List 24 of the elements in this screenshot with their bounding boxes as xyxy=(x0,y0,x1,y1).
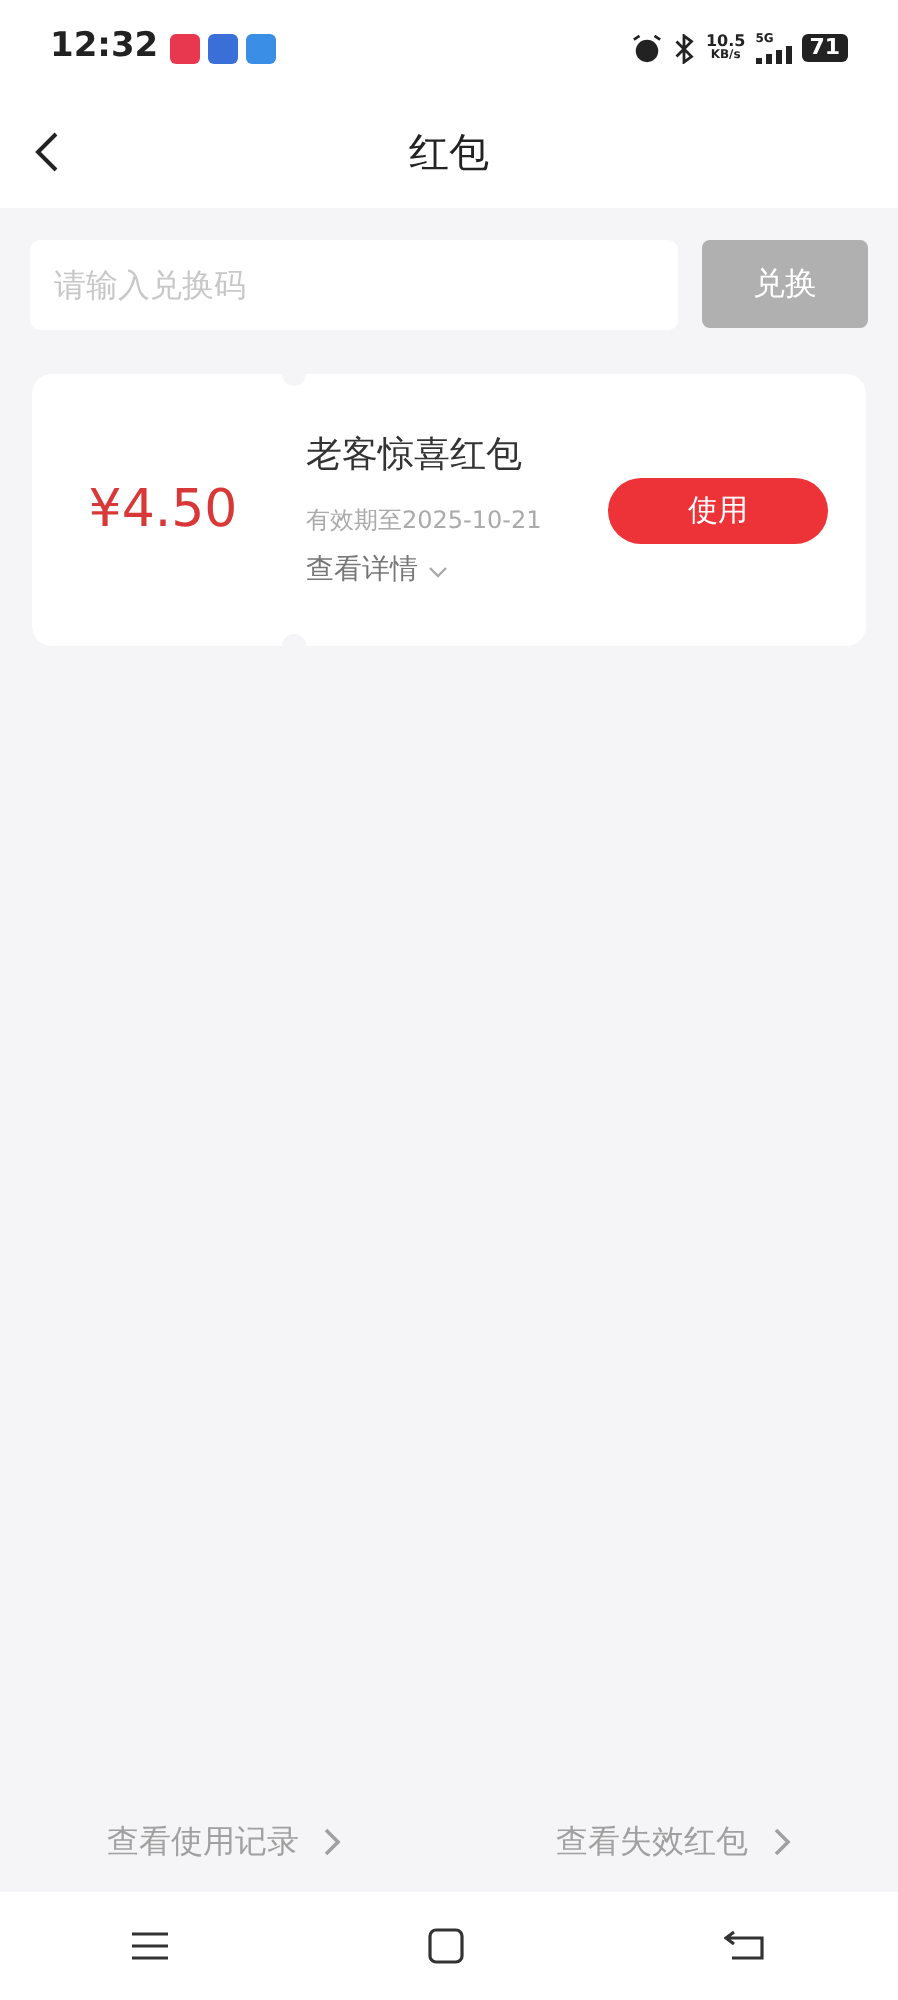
home-icon[interactable] xyxy=(428,1928,465,1964)
signal-icon xyxy=(755,45,792,63)
use-button[interactable]: 使用 xyxy=(608,477,828,543)
alarm-icon xyxy=(631,33,662,63)
chevron-down-icon xyxy=(428,565,448,577)
chevron-right-icon xyxy=(771,1826,792,1858)
chevron-right-icon xyxy=(322,1826,343,1858)
app-icon xyxy=(170,33,201,63)
network-speed: 10.5 xyxy=(705,34,746,50)
bluetooth-icon xyxy=(671,33,696,63)
coupon-name: 老客惊喜红包 xyxy=(306,432,524,480)
battery-indicator: 71 xyxy=(801,34,848,62)
footer-link[interactable]: 查看失效红包 xyxy=(555,1818,792,1866)
back-button[interactable] xyxy=(32,130,60,174)
back-icon[interactable] xyxy=(724,1930,769,1962)
menu-icon[interactable] xyxy=(129,1930,170,1962)
status-time: 12:32 xyxy=(50,24,159,71)
app-icon xyxy=(246,33,277,63)
coupon-expiry: 有效期至2025-10-21 xyxy=(306,504,544,538)
coupon-amount: ¥4.50 xyxy=(88,477,238,543)
footer-link[interactable]: 查看使用记录 xyxy=(106,1818,343,1866)
app-icon xyxy=(208,33,239,63)
details-toggle[interactable]: 查看详情 xyxy=(306,550,608,592)
page-title: 红包 xyxy=(409,126,489,180)
